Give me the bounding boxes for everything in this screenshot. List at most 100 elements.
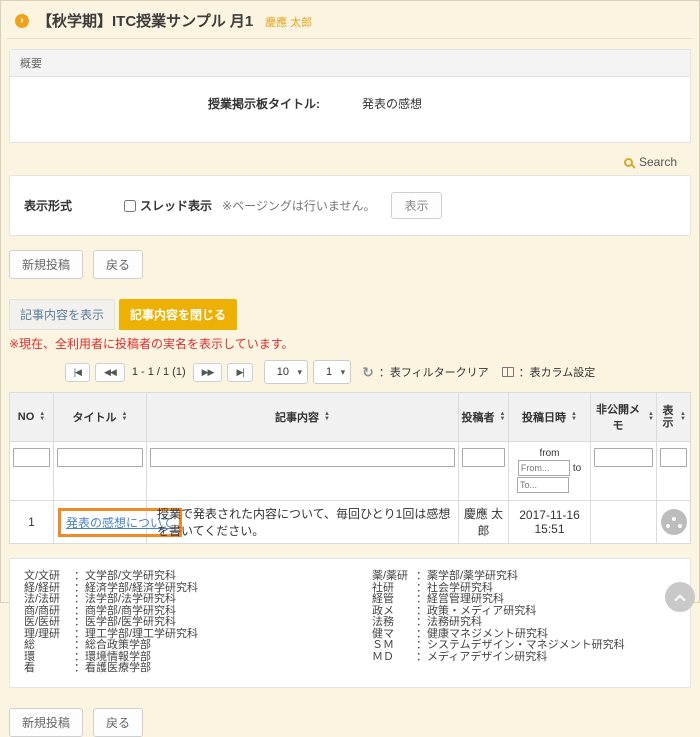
sort-icon[interactable] [324, 412, 330, 422]
sort-icon[interactable] [500, 412, 506, 422]
legend-abbr: 政メ [372, 606, 416, 618]
header-content-label: 記事内容 [275, 409, 319, 425]
header-author[interactable]: 投稿者 [459, 393, 509, 442]
legend-abbr: ＭＤ [372, 652, 416, 664]
thread-display-checkbox[interactable] [124, 200, 136, 212]
legend-sep: ： [74, 662, 85, 674]
back-to-top-button[interactable] [665, 582, 695, 612]
row-author: 慶應 太郎 [459, 501, 509, 544]
legend-full: システムデザイン・マネジメント研究科 [427, 639, 625, 651]
header-title[interactable]: タイトル [54, 393, 147, 442]
filter-memo-input[interactable] [594, 448, 653, 467]
page-title: 【秋学期】ITC授業サンプル 月1 [37, 10, 253, 31]
header-no[interactable]: NO [10, 393, 54, 442]
legend-sep: ： [74, 593, 85, 605]
legend-abbr: 薬/薬研 [372, 571, 416, 583]
pagination-bar: |◀ ◀◀ 1 - 1 / 1 (1) ▶▶ ▶| 10 1 ↻ ：表フィルター… [0, 352, 699, 390]
legend-sep: ： [74, 582, 85, 594]
column-settings-icon[interactable] [502, 367, 514, 377]
filter-date-to-input[interactable] [517, 477, 569, 493]
tab-show-content[interactable]: 記事内容を表示 [9, 299, 115, 330]
sort-icon[interactable] [648, 412, 654, 422]
legend-full: 健康マネジメント研究科 [427, 628, 548, 640]
sort-icon[interactable] [39, 412, 45, 422]
legend-sep: ： [416, 570, 427, 582]
filter-content-input[interactable] [150, 448, 455, 467]
overview-panel-header: 概要 [10, 50, 690, 77]
filter-content-cell [147, 442, 459, 501]
legend-full: 文学部/文学研究科 [85, 570, 176, 582]
post-content: 授業で発表された内容について、毎回ひとり1回は感想を書いてください。 [151, 505, 454, 539]
posts-table: NO タイトル 記事内容 投稿者 投稿日時 非公開メモ 表示 from to 1 [9, 392, 691, 544]
user-name-link[interactable]: 慶應 太郎 [265, 14, 312, 30]
search-row: Search [1, 143, 699, 173]
legend-sep: ： [416, 616, 427, 628]
legend-abbr: 法/法研 [24, 594, 74, 606]
header-title-label: タイトル [73, 409, 117, 425]
filter-no-input[interactable] [13, 448, 50, 467]
first-page-button[interactable]: |◀ [65, 363, 90, 382]
filter-no-cell [10, 442, 54, 501]
legend-sep: ： [416, 628, 427, 640]
filter-show-input[interactable] [660, 448, 687, 467]
legend-full: 経済学部/経済学研究科 [85, 582, 198, 594]
legend-abbr: 健マ [372, 629, 416, 641]
filter-title-input[interactable] [57, 448, 143, 467]
legend-abbr: 総 [24, 640, 74, 652]
header-content[interactable]: 記事内容 [147, 393, 459, 442]
board-title-value: 発表の感想 [362, 95, 422, 112]
legend-full: 商学部/商学研究科 [85, 605, 176, 617]
new-post-button[interactable]: 新規投稿 [9, 250, 83, 279]
content-tabs: 記事内容を表示 記事内容を閉じる [1, 279, 699, 330]
legend-full: 社会学研究科 [427, 582, 493, 594]
prev-page-button[interactable]: ◀◀ [95, 363, 125, 382]
legend-abbr: 理/理研 [24, 629, 74, 641]
sort-icon[interactable] [680, 412, 686, 422]
row-memo [591, 501, 657, 544]
legend-item: ＭＤ：メディアデザイン研究科 [372, 652, 625, 664]
overview-body: 授業掲示板タイトル: 発表の感想 [10, 77, 690, 142]
filter-clear-icon[interactable]: ↻ [362, 365, 374, 379]
legend-full: メディアデザイン研究科 [427, 651, 547, 663]
thread-display-option[interactable]: スレッド表示 [124, 197, 212, 214]
back-button[interactable]: 戻る [93, 250, 143, 279]
legend-abbr: 商/商研 [24, 606, 74, 618]
next-page-button[interactable]: ▶▶ [193, 363, 223, 382]
page-size-value: 10 [277, 366, 289, 378]
back-button-bottom[interactable]: 戻る [93, 708, 143, 737]
legend-full: 理工学部/理工学研究科 [85, 628, 198, 640]
filter-title-cell [54, 442, 147, 501]
header-show[interactable]: 表示 [657, 393, 691, 442]
legend-abbr: 環 [24, 652, 74, 664]
search-toggle[interactable]: Search [639, 155, 677, 169]
filter-date-from-input[interactable] [518, 460, 570, 476]
last-page-button[interactable]: ▶| [227, 363, 252, 382]
breadcrumb-arrow-icon: › [15, 14, 29, 28]
header-memo[interactable]: 非公開メモ [591, 393, 657, 442]
row-action-cell [657, 501, 691, 544]
header-author-label: 投稿者 [462, 409, 495, 425]
legend-full: 看護医療学部 [85, 662, 151, 674]
page-header: › 【秋学期】ITC授業サンプル 月1 慶應 太郎 [1, 1, 699, 38]
header-divider [7, 38, 693, 39]
legend-full: 法学部/法学研究科 [85, 593, 176, 605]
legend-full: 環境情報学部 [85, 651, 151, 663]
filter-author-input[interactable] [462, 448, 505, 467]
row-visibility-button[interactable] [661, 509, 687, 535]
sort-icon[interactable] [571, 412, 577, 422]
legend-sep: ： [416, 605, 427, 617]
header-date[interactable]: 投稿日時 [509, 393, 591, 442]
page-number-select[interactable]: 1 [313, 360, 351, 384]
new-post-button-bottom[interactable]: 新規投稿 [9, 708, 83, 737]
filter-memo-cell [591, 442, 657, 501]
page-size-select[interactable]: 10 [264, 360, 308, 384]
sort-icon[interactable] [122, 412, 128, 422]
legend-left-column: 文/文研：文学部/文学研究科 経/経研：経済学部/経済学研究科 法/法研：法学部… [24, 571, 372, 675]
tab-close-content[interactable]: 記事内容を閉じる [119, 299, 237, 330]
legend-right-column: 薬/薬研：薬学部/薬学研究科 社研：社会学研究科 経管：経営管理研究科 政メ：政… [372, 571, 625, 675]
top-actions: 新規投稿 戻る [1, 236, 699, 279]
legend-abbr: 法務 [372, 617, 416, 629]
display-button[interactable]: 表示 [391, 192, 441, 219]
display-format-panel: 表示形式 スレッド表示 ※ページングは行いません。 表示 [9, 175, 691, 236]
share-icon [672, 517, 676, 521]
